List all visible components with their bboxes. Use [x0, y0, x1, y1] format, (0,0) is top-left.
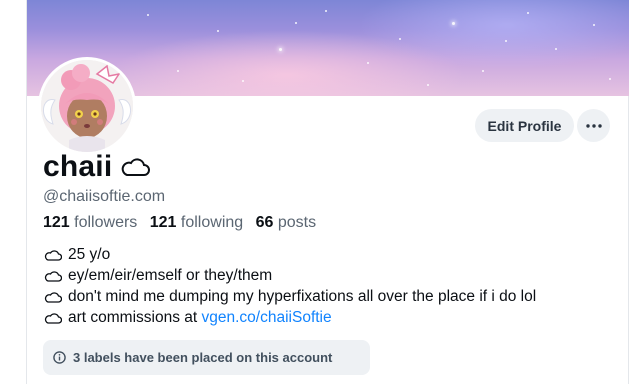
banner-star — [609, 78, 611, 80]
banner-star — [555, 48, 557, 50]
following-stat[interactable]: 121 following — [150, 214, 243, 231]
bio-note: don't mind me dumping my hyperfixations … — [68, 288, 537, 305]
posts-label: posts — [277, 214, 317, 231]
avatar-image — [41, 60, 133, 152]
bio-line: don't mind me dumping my hyperfixations … — [44, 286, 536, 307]
display-name: chaii — [43, 150, 113, 183]
cloud-icon — [120, 157, 151, 177]
labels-notice[interactable]: 3 labels have been placed on this accoun… — [43, 340, 370, 375]
cloud-icon — [44, 270, 64, 282]
banner-star — [295, 22, 297, 24]
followers-stat[interactable]: 121 followers — [43, 214, 137, 231]
following-count: 121 — [149, 214, 177, 231]
bio-commissions-text: art commissions at — [68, 309, 202, 326]
banner-star — [482, 70, 484, 72]
posts-count: 66 — [255, 214, 274, 231]
banner-star — [217, 30, 219, 32]
bio-line: art commissions at vgen.co/chaiiSoftie — [44, 307, 536, 328]
banner-star — [593, 24, 595, 26]
following-label: following — [180, 214, 244, 231]
banner-star — [452, 22, 455, 25]
bio-age: 25 y/o — [68, 246, 111, 263]
banner-star — [527, 12, 529, 14]
cloud-icon — [44, 312, 64, 324]
banner-star — [279, 48, 282, 51]
info-icon — [53, 351, 66, 364]
posts-stat: 66 posts — [256, 214, 317, 231]
labels-notice-text: 3 labels have been placed on this accoun… — [73, 350, 333, 365]
banner-star — [242, 80, 244, 82]
followers-count: 121 — [43, 214, 70, 231]
right-gutter — [628, 0, 641, 384]
edit-profile-label: Edit Profile — [487, 117, 562, 134]
banner-star — [367, 62, 369, 64]
bio-pronouns: ey/em/eir/emself or they/them — [68, 267, 273, 284]
banner-star — [427, 84, 429, 86]
bio-line: ey/em/eir/emself or they/them — [44, 265, 536, 286]
cloud-icon — [44, 249, 64, 261]
banner-star — [147, 14, 149, 16]
commissions-link[interactable]: vgen.co/chaiiSoftie — [202, 307, 332, 328]
banner-star — [177, 70, 179, 72]
profile-handle: @chaiisoftie.com — [43, 188, 166, 205]
profile-bio: 25 y/o ey/em/eir/emself or they/them don… — [44, 244, 536, 328]
edit-profile-button[interactable]: Edit Profile — [475, 109, 574, 142]
banner-star — [399, 38, 401, 40]
left-gutter — [0, 0, 27, 384]
profile-stats: 121 followers 121 following 66 posts — [43, 214, 324, 232]
banner-star — [325, 10, 327, 12]
bio-line: 25 y/o — [44, 244, 536, 265]
cloud-icon — [44, 291, 64, 303]
ellipsis-icon — [585, 123, 602, 128]
more-options-button[interactable] — [577, 109, 610, 142]
avatar[interactable] — [38, 57, 136, 155]
display-name-row: chaii — [43, 150, 151, 184]
followers-label: followers — [74, 214, 138, 231]
banner-star — [505, 40, 507, 42]
